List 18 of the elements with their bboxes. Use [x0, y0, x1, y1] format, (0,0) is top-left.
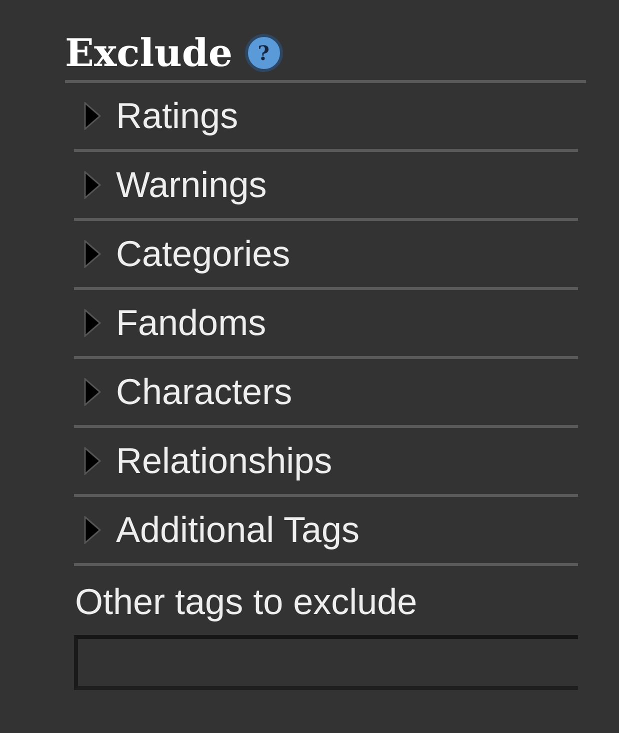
caret-right-icon [84, 102, 101, 130]
caret-right-icon [84, 240, 101, 268]
caret-right-icon [84, 516, 101, 544]
section-title: Exclude [65, 30, 233, 76]
input-field[interactable] [74, 635, 578, 690]
field-label: Other tags to exclude [75, 581, 418, 623]
caret-right-icon [84, 309, 101, 337]
filter-expander[interactable]: Characters [74, 359, 578, 428]
filter-expander[interactable]: Warnings [74, 152, 578, 221]
filter-expander[interactable]: Categories [74, 221, 578, 290]
filter-expander[interactable]: Fandoms [74, 290, 578, 359]
filter-expander[interactable]: Relationships [74, 428, 578, 497]
help-button[interactable]: ? [244, 34, 283, 72]
caret-right-icon [84, 171, 101, 199]
caret-right-icon [84, 378, 101, 406]
filter-expander[interactable]: Additional Tags [74, 497, 578, 566]
caret-right-icon [84, 447, 101, 475]
filter-expander[interactable]: Ratings [74, 83, 578, 152]
